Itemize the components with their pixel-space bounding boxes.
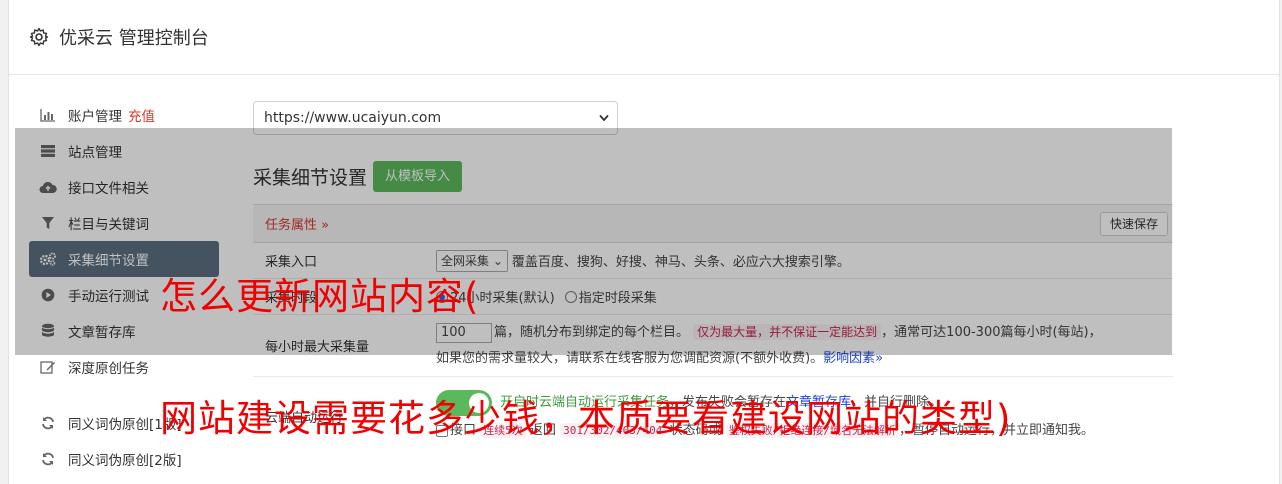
factors-link[interactable]: 影响因素» (823, 351, 883, 366)
row-value: 24小时采集(默认) 指定时段采集 (436, 279, 1173, 314)
entry-desc: 覆盖百度、搜狗、好搜、神马、头条、必应六大搜索引擎。 (511, 255, 850, 270)
sidebar-item-label: 深度原创任务 (68, 361, 149, 377)
sidebar-item-label: 手动运行测试 (68, 289, 149, 305)
max-text-2: ，通常可达100-300篇每小时(每站)， (881, 325, 1102, 340)
server-icon (39, 143, 57, 159)
radio-period-label: 指定时段采集 (578, 291, 657, 306)
cloud-upload-icon (39, 179, 57, 195)
max-text-1: 篇，随机分布到绑定的每个栏目。 (494, 325, 690, 340)
max-line-2: 如果您的需求量较大，请联系在线客服为您调配资源(不额外收费)。影响因素» (436, 346, 1173, 372)
recharge-link[interactable]: 充值 (128, 105, 155, 125)
database-icon (39, 323, 57, 339)
sidebar-item-columns-keywords[interactable]: 栏目与关键词 (29, 205, 219, 241)
chevron-down-icon: ⌄ (492, 253, 503, 268)
max-line-1: 100 篇，随机分布到绑定的每个栏目。 仅为最大量，并不保证一定能达到 ，通常可达1… (436, 319, 1173, 346)
caption-line-1: 怎么更新网站内容( (160, 275, 480, 318)
row-max: 每小时最大采集量 100 篇，随机分布到绑定的每个栏目。 仅为最大量，并不保证一定… (253, 315, 1173, 377)
section-heading: 采集细节设置 从模板导入 (253, 161, 463, 192)
refresh-icon (39, 415, 57, 431)
page-header: 优采云 管理控制台 (9, 0, 1279, 75)
max-warning-tag: 仅为最大量，并不保证一定能达到 (693, 324, 882, 340)
sidebar-item-synonym-v2[interactable]: 同义词伪原创[2版] (29, 441, 219, 477)
row-value: 100 篇，随机分布到绑定的每个栏目。 仅为最大量，并不保证一定能达到 ，通常可达1… (436, 315, 1173, 376)
sidebar-item-interface-files[interactable]: 接口文件相关 (29, 169, 219, 205)
main-content: https://www.ucaiyun.com 采集细节设置 从模板导入 任务属… (253, 101, 1173, 438)
site-select[interactable]: https://www.ucaiyun.com (253, 101, 618, 135)
max-per-hour-input[interactable]: 100 (436, 322, 492, 343)
quick-save-button[interactable]: 快速保存 (1099, 211, 1168, 236)
row-label: 每小时最大采集量 (265, 340, 370, 355)
max-text-3: 如果您的需求量较大，请联系在线客服为您调配资源(不额外收费)。 (436, 351, 824, 366)
page-title: 优采云 管理控制台 (59, 28, 209, 49)
import-template-button[interactable]: 从模板导入 (373, 161, 463, 192)
section-title: 采集细节设置 (253, 167, 368, 189)
sidebar-item-account[interactable]: 账户管理 充值 (29, 97, 219, 133)
radio-period[interactable] (564, 290, 577, 303)
sidebar-item-label: 文章暂存库 (68, 325, 136, 341)
row-value: 全网采集 ⌄ 覆盖百度、搜狗、好搜、神马、头条、必应六大搜索引擎。 (436, 243, 1173, 278)
site-select-value: https://www.ucaiyun.com (264, 110, 442, 126)
sidebar-item-sites[interactable]: 站点管理 (29, 133, 219, 169)
sidebar-item-label: 账户管理 (68, 109, 122, 125)
sidebar-item-label: 站点管理 (68, 145, 122, 161)
filter-icon (39, 215, 57, 231)
gear-icon (29, 27, 49, 47)
task-attr-toggle[interactable]: 任务属性 » (265, 214, 329, 233)
chevron-down-icon (599, 114, 609, 122)
play-circle-icon (39, 287, 57, 303)
task-attr-header: 任务属性 » 快速保存 (253, 205, 1173, 243)
caption-line-2: 网站建设需要花多少钱，本质要看建设网站的类型) (160, 397, 1012, 440)
sidebar-item-label: 同义词伪原创[2版] (68, 453, 182, 469)
sidebar-item-label: 栏目与关键词 (68, 217, 149, 233)
edit-icon (39, 359, 57, 375)
bar-chart-icon (39, 107, 57, 123)
sidebar-item-label: 接口文件相关 (68, 181, 149, 197)
refresh-icon (39, 451, 57, 467)
cogs-icon (39, 251, 57, 267)
sidebar-item-label: 采集细节设置 (68, 253, 149, 269)
sidebar-item-deep-original[interactable]: 深度原创任务 (29, 349, 219, 385)
